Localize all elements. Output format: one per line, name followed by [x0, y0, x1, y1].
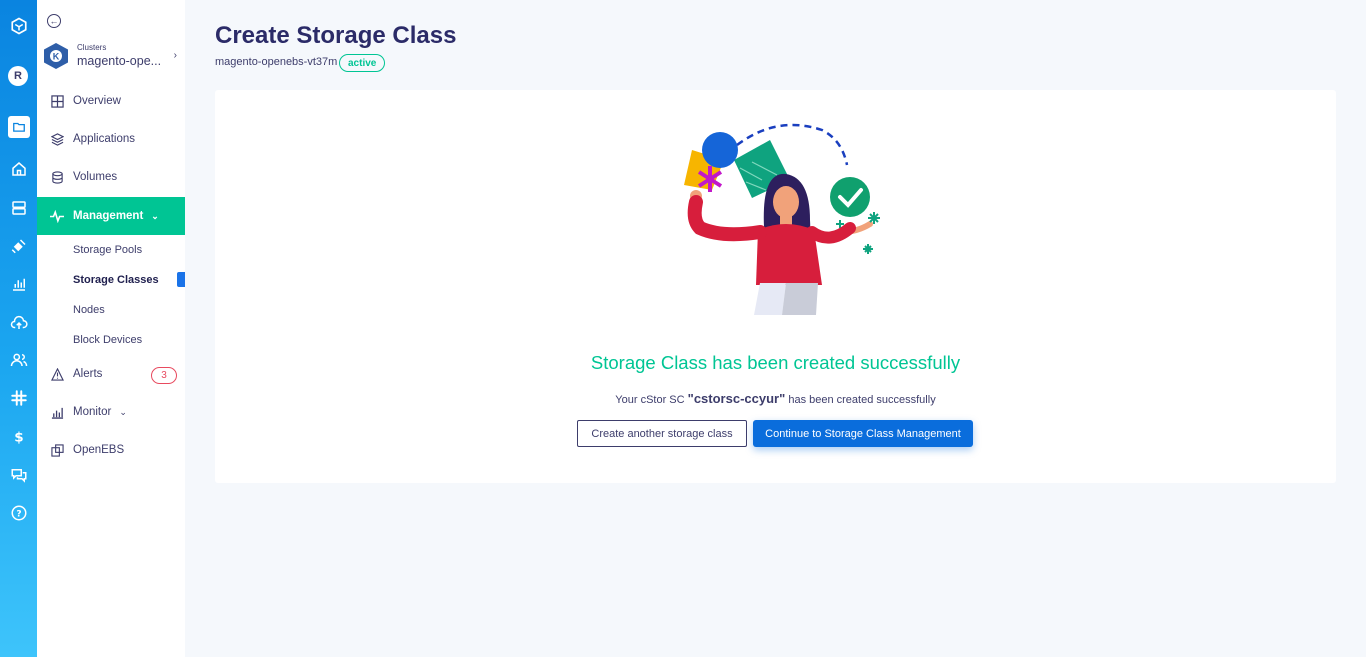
chevron-down-icon: ⌄ — [151, 210, 159, 221]
cloud-upload-icon[interactable] — [0, 308, 37, 338]
page-title: Create Storage Class — [215, 22, 457, 49]
sub-item-block-devices[interactable]: Block Devices — [73, 332, 142, 348]
sidebar-item-overview[interactable]: Overview — [37, 82, 185, 120]
help-icon[interactable]: ? — [0, 498, 37, 528]
sub-item-storage-pools[interactable]: Storage Pools — [73, 242, 142, 258]
sidebar: ← K Clusters magento-ope... › Overview A… — [37, 0, 185, 657]
sidebar-item-volumes[interactable]: Volumes — [37, 158, 185, 196]
active-indicator — [177, 272, 185, 287]
sidebar-item-openebs[interactable]: OpenEBS — [37, 431, 185, 469]
svg-text:K: K — [53, 52, 60, 62]
chevron-down-icon: ⌄ — [119, 406, 127, 417]
layers-icon — [50, 132, 64, 146]
create-another-button[interactable]: Create another storage class — [577, 420, 747, 447]
grid-icon — [50, 94, 64, 108]
back-arrow-icon[interactable]: ← — [47, 14, 61, 28]
svg-text:?: ? — [16, 509, 21, 519]
dollar-icon[interactable]: $ — [0, 422, 37, 452]
continue-button[interactable]: Continue to Storage Class Management — [753, 420, 973, 447]
sidebar-item-label: Overview — [73, 95, 121, 107]
warning-icon — [50, 367, 64, 381]
kubernetes-logo-icon: K — [44, 43, 68, 69]
app-logo-icon[interactable] — [0, 11, 37, 41]
chevron-right-icon: › — [173, 50, 177, 61]
sidebar-item-applications[interactable]: Applications — [37, 120, 185, 158]
alerts-count-badge: 3 — [151, 367, 177, 384]
server-icon[interactable] — [0, 193, 37, 223]
success-message-suffix: has been created successfully — [788, 394, 936, 406]
sub-item-storage-classes[interactable]: Storage Classes — [73, 272, 159, 288]
success-card: Storage Class has been created successfu… — [215, 90, 1336, 483]
success-illustration — [684, 123, 880, 315]
success-title: Storage Class has been created successfu… — [590, 352, 961, 373]
icon-rail: R $ ? — [0, 0, 37, 657]
success-message: Your cStor SC "cstorsc-ccyur" has been c… — [215, 391, 1336, 406]
sidebar-item-label: Management — [73, 210, 144, 222]
success-message-prefix: Your cStor SC — [615, 394, 685, 406]
sub-item-nodes[interactable]: Nodes — [73, 302, 105, 318]
openebs-icon — [50, 443, 64, 457]
bar-chart-icon[interactable] — [0, 269, 37, 299]
users-icon[interactable] — [0, 345, 37, 375]
sidebar-item-label: Volumes — [73, 171, 118, 183]
sidebar-item-label: Applications — [73, 133, 136, 145]
svg-text:$: $ — [14, 430, 23, 446]
satellite-icon[interactable] — [0, 231, 37, 261]
sidebar-item-management[interactable]: Management ⌄ — [37, 197, 185, 235]
chart-icon — [50, 405, 64, 419]
avatar[interactable]: R — [8, 66, 28, 86]
home-icon[interactable] — [0, 154, 37, 184]
sidebar-item-label: OpenEBS — [73, 444, 125, 456]
status-badge: active — [339, 54, 386, 72]
folder-icon[interactable] — [0, 112, 37, 142]
cluster-name: magento-ope... — [77, 54, 162, 68]
sidebar-item-label: Monitor — [73, 406, 112, 418]
pulse-icon — [50, 209, 64, 223]
cluster-caption: Clusters — [77, 43, 107, 52]
cluster-selector[interactable]: K Clusters magento-ope... › — [43, 40, 181, 74]
slack-icon[interactable] — [0, 383, 37, 413]
sidebar-item-monitor[interactable]: Monitor ⌄ — [37, 393, 185, 431]
database-icon — [50, 170, 64, 184]
chat-icon[interactable] — [0, 460, 37, 490]
storage-class-name: "cstorsc-ccyur" — [687, 391, 786, 406]
cluster-subtitle: magento-openebs-vt37m — [215, 56, 338, 68]
sidebar-item-label: Alerts — [73, 368, 103, 380]
